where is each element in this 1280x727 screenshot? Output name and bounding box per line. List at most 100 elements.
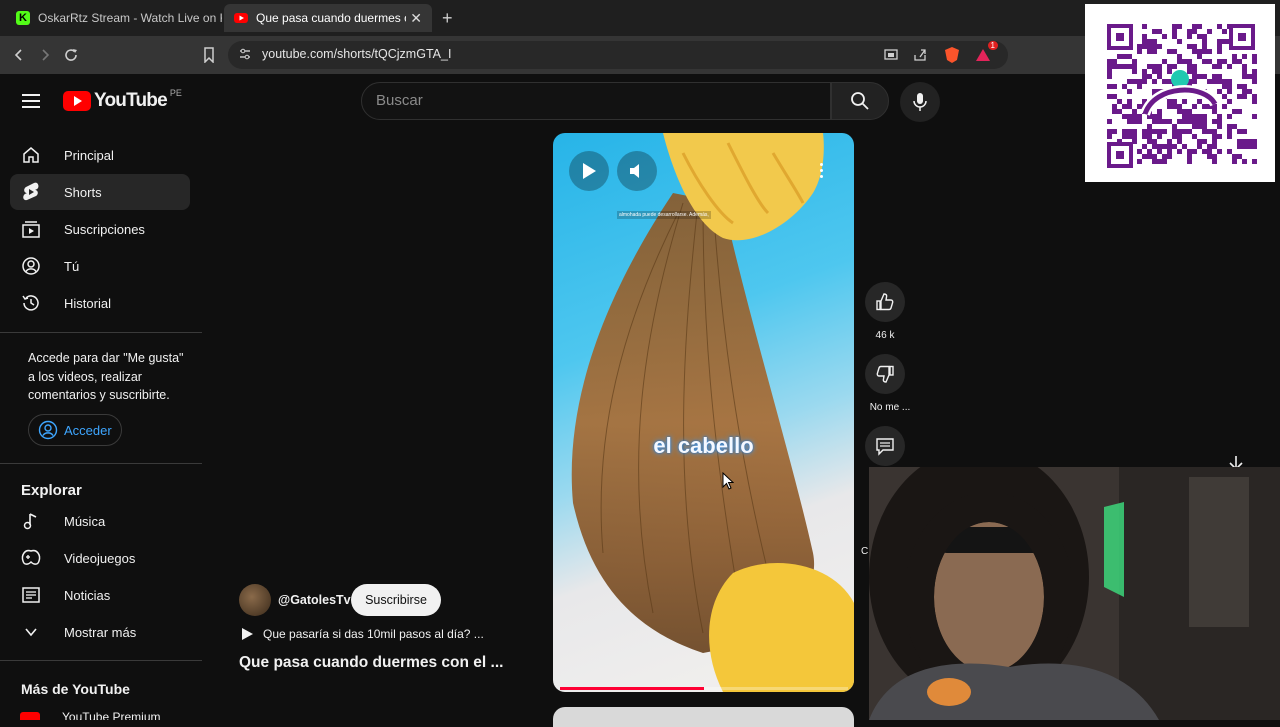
dislike-label: No me ... [869,402,911,413]
progress-track[interactable] [560,687,848,690]
cast-icon[interactable] [880,44,902,66]
rewards-icon[interactable]: 1 [972,41,998,66]
comments-button[interactable] [865,426,905,466]
sidebar-item-history[interactable]: Historial [10,285,190,321]
dislike-button[interactable] [865,354,905,394]
short-video-player[interactable]: almohada puede desarrollarse. Además, el… [553,133,854,692]
brave-shield-icon[interactable] [941,44,963,66]
channel-name[interactable]: @GatolesTv [278,593,351,607]
logo-text: YouTube [94,90,168,111]
sidebar-item-gaming[interactable]: Videojuegos [10,540,190,576]
sidebar-item-premium[interactable]: YouTube Premium [20,712,200,720]
play-button[interactable] [569,151,609,191]
notification-badge: 1 [987,41,998,50]
playlist-title: Que pasaría si das 10mil pasos al día? .… [263,627,484,641]
thumbs-up-icon [876,293,894,311]
site-settings-icon[interactable] [238,47,252,66]
share-icon[interactable] [909,44,931,66]
next-short-preview[interactable] [553,707,854,727]
more-from-youtube-header: Más de YouTube [21,681,130,697]
youtube-logo[interactable]: YouTube PE [63,88,182,112]
tab-title: OskarRtz Stream - Watch Live on Kick [38,11,222,25]
home-icon [20,144,42,166]
sidebar-item-label: Noticias [64,587,111,603]
reload-icon[interactable] [60,44,82,66]
forward-icon[interactable] [34,44,56,66]
sidebar-item-news[interactable]: Noticias [10,577,190,613]
user-icon [20,255,42,277]
sidebar-item-label: Mostrar más [64,624,137,640]
back-icon[interactable] [8,44,30,66]
yape-qr-code [1085,4,1275,182]
close-tab-icon[interactable]: ✕ [410,10,422,27]
voice-search-button[interactable] [900,82,940,122]
sidebar-item-label: Suscripciones [64,221,145,237]
kick-icon: K [16,11,30,25]
sidebar-item-label: Tú [64,258,80,274]
signin-label: Acceder [64,422,112,438]
comments-label-partial: C [861,546,869,557]
menu-icon[interactable] [20,90,42,112]
search-button[interactable] [831,82,889,120]
streamer-webcam [869,467,1280,720]
music-icon [20,510,42,532]
sidebar-item-label: Historial [64,295,111,311]
comment-icon [876,438,894,456]
search-input[interactable] [376,92,816,109]
qr-code-icon [1085,4,1275,182]
sidebar-item-label: Videojuegos [64,550,136,566]
sidebar-item-you[interactable]: Tú [10,248,190,284]
url-text: youtube.com/shorts/tQCjzmGTA_I [262,47,452,61]
subscribe-button[interactable]: Suscribirse [351,584,441,616]
tab-kick[interactable]: K OskarRtz Stream - Watch Live on Kick [6,4,222,32]
sidebar-item-subscriptions[interactable]: Suscripciones [10,211,190,247]
shorts-icon [20,181,42,203]
account-icon [38,420,58,440]
youtube-premium-icon [20,712,40,720]
tab-youtube[interactable]: Que pasa cuando duermes con el ✕ [224,4,432,32]
subscriptions-icon [20,218,42,240]
gaming-icon [20,547,42,569]
search-icon [851,92,869,110]
region-code: PE [169,88,182,98]
bookmark-icon[interactable] [198,44,220,66]
mute-button[interactable] [617,151,657,191]
signin-button[interactable]: Acceder [28,414,122,446]
history-icon [20,292,42,314]
sidebar-divider [0,660,202,661]
volume-icon [630,164,639,178]
tiny-caption: almohada puede desarrollarse. Además, [617,211,711,219]
mouse-cursor [722,471,735,495]
video-caption: el cabello [653,433,754,458]
like-count: 46 k [875,330,895,341]
channel-avatar[interactable] [239,584,271,616]
sidebar-item-label: Principal [64,147,114,163]
play-icon [242,628,253,640]
sidebar-item-label: Música [64,513,106,529]
tab-title: Que pasa cuando duermes con el [256,11,406,25]
chevron-down-icon [20,621,42,643]
sidebar-item-principal[interactable]: Principal [10,137,190,173]
sidebar-item-music[interactable]: Música [10,503,190,539]
play-icon [583,163,596,179]
short-title[interactable]: Que pasa cuando duermes con el ... [239,654,503,672]
sidebar-item-label: Shorts [64,184,102,200]
search-box [361,82,831,120]
sidebar-divider [0,332,202,333]
sidebar-item-show-more[interactable]: Mostrar más [10,614,190,650]
news-icon [20,584,42,606]
explore-header: Explorar [21,482,82,499]
sidebar-divider [0,463,202,464]
new-tab-button[interactable]: + [442,8,453,29]
more-options-icon[interactable] [809,155,833,185]
signin-prompt: Accede para dar "Me gusta" a los videos,… [28,351,184,402]
sidebar-item-label: YouTube Premium [62,712,161,720]
progress-fill [560,687,704,690]
sidebar-item-shorts[interactable]: Shorts [10,174,190,210]
youtube-icon [234,11,248,25]
like-button[interactable] [865,282,905,322]
microphone-icon [913,93,927,111]
webcam-image [869,467,1280,720]
playlist-link[interactable]: Que pasaría si das 10mil pasos al día? .… [240,627,484,641]
youtube-logo-icon [63,91,91,111]
